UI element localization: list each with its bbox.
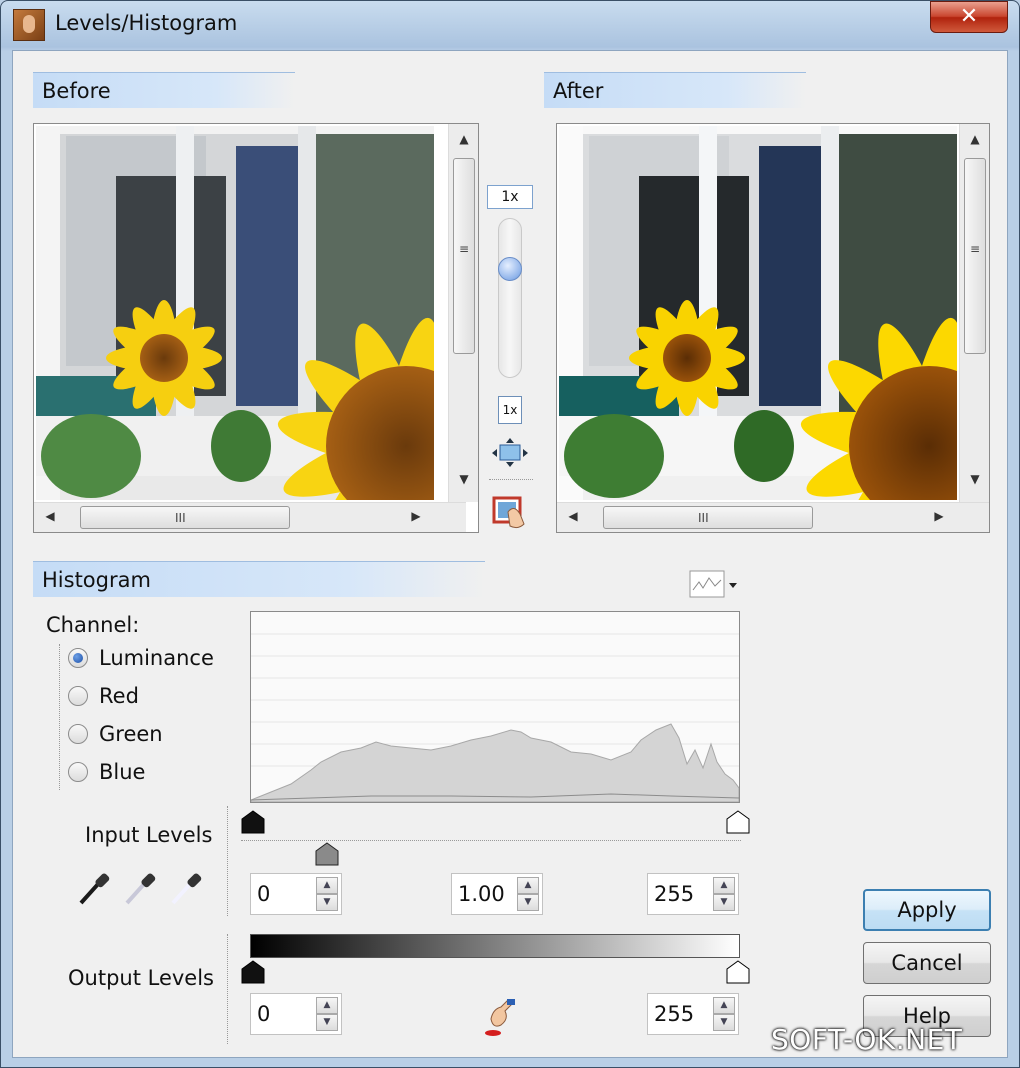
hand-pan-icon	[492, 496, 525, 529]
close-button[interactable]: ✕	[930, 1, 1008, 33]
after-vertical-scroll-thumb[interactable]	[964, 158, 986, 354]
radio-icon[interactable]	[68, 724, 88, 744]
fit-to-window-icon	[492, 438, 528, 467]
zoom-level-display: 1x	[487, 185, 533, 209]
window-title: Levels/Histogram	[55, 11, 238, 35]
scroll-down-arrow-icon[interactable]: ▼	[965, 472, 985, 486]
channel-option-label: Red	[99, 684, 139, 708]
spin-down-icon[interactable]: ▼	[713, 894, 735, 911]
horizontal-grip-icon: III	[698, 511, 709, 525]
output-black-spinbox[interactable]: 0 ▲ ▼	[250, 993, 342, 1035]
scroll-up-arrow-icon[interactable]: ▲	[454, 132, 474, 146]
title-bar[interactable]: Levels/Histogram ✕	[1, 1, 1019, 49]
after-image-frame: ▲ ≡ ▼ ◀ III ▶	[556, 123, 990, 533]
output-group-line	[227, 934, 228, 1044]
input-levels-label: Input Levels	[85, 823, 213, 847]
spin-up-icon[interactable]: ▲	[316, 997, 338, 1014]
after-photo[interactable]	[559, 126, 957, 500]
pan-tool-button[interactable]	[491, 495, 529, 531]
histogram-graph	[250, 611, 740, 803]
output-gradient-bar	[250, 934, 740, 958]
input-white-spinbox[interactable]: 255 ▲ ▼	[647, 873, 739, 915]
reset-hand-icon[interactable]	[483, 999, 517, 1037]
scroll-down-arrow-icon[interactable]: ▼	[454, 472, 474, 486]
black-eyedropper-icon[interactable]	[77, 869, 113, 907]
spin-down-icon[interactable]: ▼	[316, 894, 338, 911]
spin-down-icon[interactable]: ▼	[316, 1014, 338, 1031]
histogram-plot	[250, 633, 740, 803]
output-white-spinbox[interactable]: 255 ▲ ▼	[647, 993, 739, 1035]
after-horizontal-scrollbar[interactable]: ◀ III ▶	[557, 502, 989, 532]
input-black-spinbox[interactable]: 0 ▲ ▼	[250, 873, 342, 915]
radio-icon[interactable]	[68, 762, 88, 782]
after-header: After	[544, 72, 806, 108]
dialog-client-area: Before ▲ ≡ ▼ ◀ III ▶ 1x 1x After ▲ ≡ ▼ ◀…	[12, 50, 1008, 1058]
spin-up-icon[interactable]: ▲	[713, 877, 735, 894]
before-photo[interactable]	[36, 126, 434, 500]
white-eyedropper-icon[interactable]	[169, 869, 205, 907]
fit-to-window-button[interactable]	[491, 437, 529, 469]
spin-down-icon[interactable]: ▼	[517, 894, 539, 911]
after-vertical-scrollbar[interactable]: ▲ ≡ ▼	[959, 124, 989, 502]
radio-icon[interactable]	[68, 686, 88, 706]
scroll-right-arrow-icon[interactable]: ▶	[406, 509, 426, 523]
output-black-value[interactable]: 0	[257, 994, 270, 1034]
spin-up-icon[interactable]: ▲	[517, 877, 539, 894]
input-white-value[interactable]: 255	[654, 874, 694, 914]
horizontal-grip-icon: III	[175, 511, 186, 525]
scroll-up-arrow-icon[interactable]: ▲	[965, 132, 985, 146]
channel-option-red[interactable]: Red	[68, 681, 139, 711]
channel-option-label: Luminance	[99, 646, 214, 670]
app-icon	[13, 9, 45, 41]
channel-option-label: Blue	[99, 760, 146, 784]
output-levels-label: Output Levels	[68, 966, 214, 990]
histogram-header: Histogram	[33, 561, 485, 597]
input-gamma-spinbox[interactable]: 1.00 ▲ ▼	[451, 873, 543, 915]
gray-eyedropper-icon[interactable]	[123, 869, 159, 907]
channel-option-blue[interactable]: Blue	[68, 757, 145, 787]
before-photo-image	[36, 126, 434, 500]
output-white-point-slider[interactable]	[725, 960, 751, 984]
vertical-grip-icon: ≡	[459, 242, 470, 256]
spin-up-icon[interactable]: ▲	[316, 877, 338, 894]
radio-selected-icon[interactable]	[68, 648, 88, 668]
before-vertical-scrollbar[interactable]: ▲ ≡ ▼	[448, 124, 478, 502]
levels-histogram-window: Levels/Histogram ✕ Before ▲ ≡ ▼ ◀ III ▶ …	[0, 0, 1020, 1068]
channel-option-luminance[interactable]: Luminance	[68, 643, 214, 673]
histogram-graph-icon	[689, 570, 737, 598]
spin-down-icon[interactable]: ▼	[713, 1014, 735, 1031]
apply-button[interactable]: Apply	[863, 889, 991, 931]
scroll-left-arrow-icon[interactable]: ◀	[40, 509, 60, 523]
before-vertical-scroll-thumb[interactable]	[453, 158, 475, 354]
spin-up-icon[interactable]: ▲	[713, 997, 735, 1014]
cancel-button[interactable]: Cancel	[863, 942, 991, 984]
channel-option-label: Green	[99, 722, 163, 746]
output-white-value[interactable]: 255	[654, 994, 694, 1034]
before-header: Before	[33, 72, 295, 108]
zoom-slider-thumb[interactable]	[498, 257, 522, 281]
actual-size-icon: 1x	[498, 396, 522, 424]
watermark-text: SOFT-OK.NET	[771, 1023, 963, 1056]
before-horizontal-scrollbar[interactable]: ◀ III ▶	[34, 502, 466, 532]
scroll-right-arrow-icon[interactable]: ▶	[929, 509, 949, 523]
input-gamma-value[interactable]: 1.00	[458, 874, 505, 914]
input-black-value[interactable]: 0	[257, 874, 270, 914]
actual-size-button[interactable]: 1x	[495, 395, 525, 425]
histogram-view-dropdown[interactable]	[688, 569, 742, 599]
input-slider-track[interactable]	[241, 840, 741, 841]
input-black-point-slider[interactable]	[240, 810, 266, 834]
input-gamma-slider[interactable]	[314, 842, 340, 866]
zoom-separator	[489, 479, 533, 480]
before-image-frame: ▲ ≡ ▼ ◀ III ▶	[33, 123, 479, 533]
output-black-point-slider[interactable]	[240, 960, 266, 984]
scroll-left-arrow-icon[interactable]: ◀	[563, 509, 583, 523]
vertical-grip-icon: ≡	[970, 242, 981, 256]
after-photo-image	[559, 126, 957, 500]
zoom-slider-track[interactable]	[498, 218, 522, 378]
channel-label: Channel:	[46, 613, 140, 637]
channel-group-line	[59, 644, 60, 790]
channel-option-green[interactable]: Green	[68, 719, 163, 749]
input-group-line	[227, 806, 228, 916]
input-white-point-slider[interactable]	[725, 810, 751, 834]
